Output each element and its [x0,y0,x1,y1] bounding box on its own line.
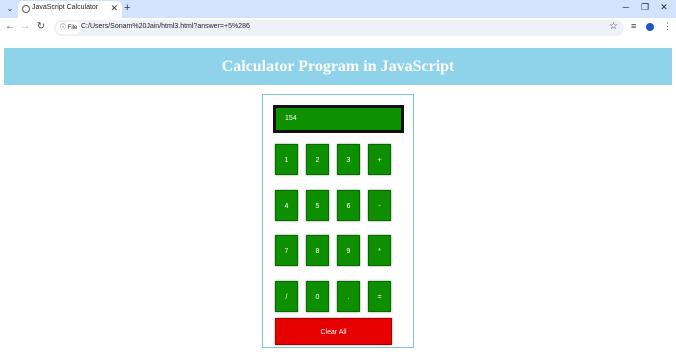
key-2[interactable]: 2 [306,144,329,175]
key-5[interactable]: 5 [306,190,329,221]
reload-icon[interactable]: ↻ [35,21,47,32]
clear-all-button[interactable]: Clear All [275,318,392,345]
browser-tab[interactable]: JavaScript Calculator ✕ [18,1,122,18]
key-divide[interactable]: / [275,281,298,312]
tab-search-chevron-icon[interactable]: ⌄ [4,3,16,15]
address-bar[interactable]: ⓘ File C:/Users/Sonam%20Jain/html3.html?… [54,20,624,36]
key-6[interactable]: 6 [337,190,360,221]
more-menu-icon[interactable]: ⋮ [663,21,672,32]
tab-title: JavaScript Calculator [32,4,99,11]
key-4[interactable]: 4 [275,190,298,221]
site-info-label: File [67,25,78,31]
calculator-container: 154 1 2 3 + 4 5 6 - 7 8 9 * / 0 . = Clea… [262,94,414,348]
media-controls-icon[interactable]: ≡ [631,21,636,31]
minimize-icon[interactable]: ─ [620,2,632,12]
page-title: Calculator Program in JavaScript [221,58,455,75]
calculator-display[interactable]: 154 [273,105,404,133]
back-arrow-icon[interactable]: ← [4,21,16,32]
browser-toolbar: ← → ↻ ⓘ File C:/Users/Sonam%20Jain/html3… [0,18,676,38]
key-7[interactable]: 7 [275,235,298,266]
globe-icon [22,5,30,13]
close-tab-icon[interactable]: ✕ [110,3,118,14]
key-multiply[interactable]: * [368,235,391,266]
tab-strip: ⌄ JavaScript Calculator ✕ + ─ ❐ ✕ [0,0,676,18]
new-tab-plus-icon[interactable]: + [124,2,130,14]
forward-arrow-icon[interactable]: → [19,21,31,32]
key-0[interactable]: 0 [306,281,329,312]
bookmark-star-icon[interactable]: ☆ [609,21,618,32]
key-3[interactable]: 3 [337,144,360,175]
key-9[interactable]: 9 [337,235,360,266]
restore-icon[interactable]: ❐ [639,2,651,13]
key-1[interactable]: 1 [275,144,298,175]
close-window-icon[interactable]: ✕ [658,2,670,13]
url-text[interactable]: C:/Users/Sonam%20Jain/html3.html?answer=… [81,23,250,30]
site-info-chip[interactable]: ⓘ File [56,22,82,34]
key-8[interactable]: 8 [306,235,329,266]
profile-avatar-icon[interactable] [646,23,654,31]
key-equals[interactable]: = [368,281,391,312]
key-plus[interactable]: + [368,144,391,175]
key-minus[interactable]: - [368,190,391,221]
page-header-banner: Calculator Program in JavaScript [4,48,672,85]
key-decimal[interactable]: . [337,281,360,312]
